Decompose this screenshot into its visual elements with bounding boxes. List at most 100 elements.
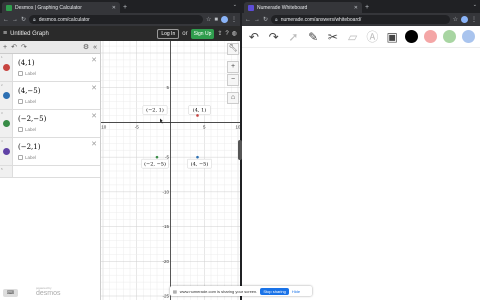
back-icon[interactable]: ← — [3, 17, 9, 23]
y-tick-label: -20 — [162, 259, 169, 264]
url-text-right: numerade.com/answers/whiteboard/ — [280, 16, 362, 23]
tab-menu-icon[interactable]: ⌄ — [473, 2, 477, 8]
expression-item[interactable]: 1 (4,1) Label ✕ — [0, 54, 100, 82]
delete-expression-icon[interactable]: ✕ — [91, 140, 97, 148]
expression-input[interactable]: (−2,−5) — [18, 115, 96, 123]
window-split-handle[interactable] — [238, 140, 242, 160]
zoom-out-icon[interactable]: − — [227, 74, 239, 86]
color-toggle-icon[interactable] — [2, 64, 10, 71]
color-toggle-icon[interactable] — [2, 120, 10, 127]
expression-panel: + ↶ ↷ ⚙ « 1 (4,1) Label ✕ 2 (4,−5) Label ✕ 3 (−2,… — [0, 41, 101, 300]
close-tab-icon[interactable]: ✕ — [354, 5, 358, 11]
forward-icon[interactable]: → — [254, 17, 260, 23]
graph-title[interactable]: Untitled Graph — [10, 31, 154, 37]
y-tick-label: -25 — [162, 294, 169, 299]
expression-item[interactable]: 3 (−2,−5) Label ✕ — [0, 110, 100, 138]
url-input[interactable]: 🔒︎ desmos.com/calculator — [29, 15, 203, 24]
new-tab-icon[interactable]: + — [362, 2, 372, 13]
share-icon[interactable]: ⇪ — [217, 30, 222, 37]
label-checkbox[interactable] — [18, 99, 23, 104]
keyboard-toggle-icon[interactable]: ⌨ — [3, 289, 18, 297]
image-icon[interactable]: ▣ — [385, 30, 399, 44]
label-checkbox[interactable] — [18, 155, 23, 160]
color-swatch[interactable] — [462, 30, 475, 43]
share-message: www.numerade.com is sharing your screen. — [179, 288, 258, 294]
label-checkbox[interactable] — [18, 127, 23, 132]
redo-icon[interactable]: ↷ — [267, 30, 281, 44]
undo-icon[interactable]: ↶ — [247, 30, 261, 44]
graph-canvas[interactable]: -10-55105-5-10-15-20-25(4, 1)(4, −5)(−2,… — [100, 41, 240, 300]
graph-tools: 🔧︎ + − ⌂ — [227, 43, 240, 104]
collapse-panel-icon[interactable]: « — [93, 44, 97, 51]
expression-item[interactable]: 2 (4,−5) Label ✕ — [0, 82, 100, 110]
browser-menu-icon[interactable]: ⋮ — [471, 16, 477, 23]
delete-expression-icon[interactable]: ✕ — [91, 56, 97, 64]
profile-avatar-icon[interactable] — [221, 16, 228, 23]
delete-expression-icon[interactable]: ✕ — [91, 112, 97, 120]
home-icon[interactable]: ⌂ — [227, 92, 239, 104]
eraser-icon[interactable]: ▱ — [346, 30, 360, 44]
new-tab-icon[interactable]: + — [120, 2, 130, 13]
graph-paper[interactable]: -10-55105-5-10-15-20-25(4, 1)(4, −5)(−2,… — [100, 41, 240, 300]
color-swatch[interactable] — [424, 30, 437, 43]
delete-expression-icon[interactable]: ✕ — [91, 84, 97, 92]
tools-icon[interactable]: ✂ — [326, 30, 340, 44]
stop-sharing-button[interactable]: Stop sharing — [260, 287, 289, 295]
zoom-in-icon[interactable]: + — [227, 61, 239, 73]
text-icon[interactable]: Ⓐ — [366, 30, 380, 44]
expression-item[interactable]: 5 — [0, 166, 100, 178]
back-icon[interactable]: ← — [245, 17, 251, 23]
label-text: Label — [25, 155, 37, 160]
tab-menu-icon[interactable]: ⌄ — [233, 2, 237, 8]
color-swatch[interactable] — [443, 30, 456, 43]
desmos-header: ≡ Untitled Graph Log In or Sign Up ⇪ ? ◍ — [0, 26, 240, 41]
undo-icon[interactable]: ↶ — [11, 43, 17, 51]
point-label: (−2, −5) — [144, 160, 166, 167]
globe-icon[interactable]: ◍ — [232, 30, 237, 37]
x-tick-label: 10 — [235, 124, 240, 129]
expression-input[interactable]: (4,1) — [18, 59, 96, 67]
expression-number: 1 — [1, 55, 3, 59]
add-item-icon[interactable]: + — [3, 44, 7, 51]
wrench-settings-icon[interactable]: 🔧︎ — [227, 43, 239, 55]
expression-gutter[interactable]: 5 — [0, 166, 13, 177]
expression-input[interactable]: (4,−5) — [18, 87, 96, 95]
label-checkbox[interactable] — [18, 71, 23, 76]
reload-icon[interactable]: ↻ — [21, 16, 26, 23]
label-text: Label — [25, 127, 37, 132]
tab-numerade[interactable]: Numerade Whiteboard ✕ — [244, 2, 362, 13]
whiteboard-canvas[interactable] — [242, 48, 480, 300]
redo-icon[interactable]: ↷ — [21, 43, 27, 51]
expression-gutter[interactable]: 3 — [0, 110, 13, 137]
browser-menu-icon[interactable]: ⋮ — [231, 16, 237, 23]
help-icon[interactable]: ? — [225, 31, 228, 37]
close-tab-icon[interactable]: ✕ — [112, 5, 116, 11]
settings-gear-icon[interactable]: ⚙ — [83, 43, 89, 51]
url-input-right[interactable]: 🔒︎ numerade.com/answers/whiteboard/ — [271, 15, 450, 24]
bookmark-star-icon[interactable]: ☆ — [206, 16, 211, 23]
screen-share-bar: ▤ www.numerade.com is sharing your scree… — [170, 286, 312, 296]
expression-input[interactable]: (−2,1) — [18, 143, 96, 151]
color-swatches — [405, 30, 475, 43]
expression-gutter[interactable]: 1 — [0, 54, 13, 81]
desmos-favicon-icon — [6, 4, 12, 11]
hide-button[interactable]: Hide — [292, 289, 300, 294]
pointer-icon[interactable]: ➚ — [287, 30, 301, 44]
signup-button[interactable]: Sign Up — [190, 28, 215, 39]
expression-gutter[interactable]: 2 — [0, 82, 13, 109]
expression-gutter[interactable]: 4 — [0, 138, 13, 165]
forward-icon[interactable]: → — [12, 17, 18, 23]
extension-icon[interactable]: ■ — [214, 17, 218, 23]
tab-desmos[interactable]: Desmos | Graphing Calculator ✕ — [2, 2, 120, 13]
login-button[interactable]: Log In — [157, 28, 180, 39]
pen-icon[interactable]: ✎ — [306, 30, 320, 44]
color-toggle-icon[interactable] — [2, 92, 10, 99]
reload-icon[interactable]: ↻ — [263, 16, 268, 23]
hamburger-menu-icon[interactable]: ≡ — [3, 30, 7, 37]
bookmark-star-icon[interactable]: ☆ — [453, 16, 458, 23]
color-toggle-icon[interactable] — [2, 148, 10, 155]
color-swatch[interactable] — [405, 30, 418, 43]
profile-avatar-icon[interactable] — [461, 16, 468, 23]
expression-number: 2 — [1, 83, 3, 87]
expression-item[interactable]: 4 (−2,1) Label ✕ — [0, 138, 100, 166]
